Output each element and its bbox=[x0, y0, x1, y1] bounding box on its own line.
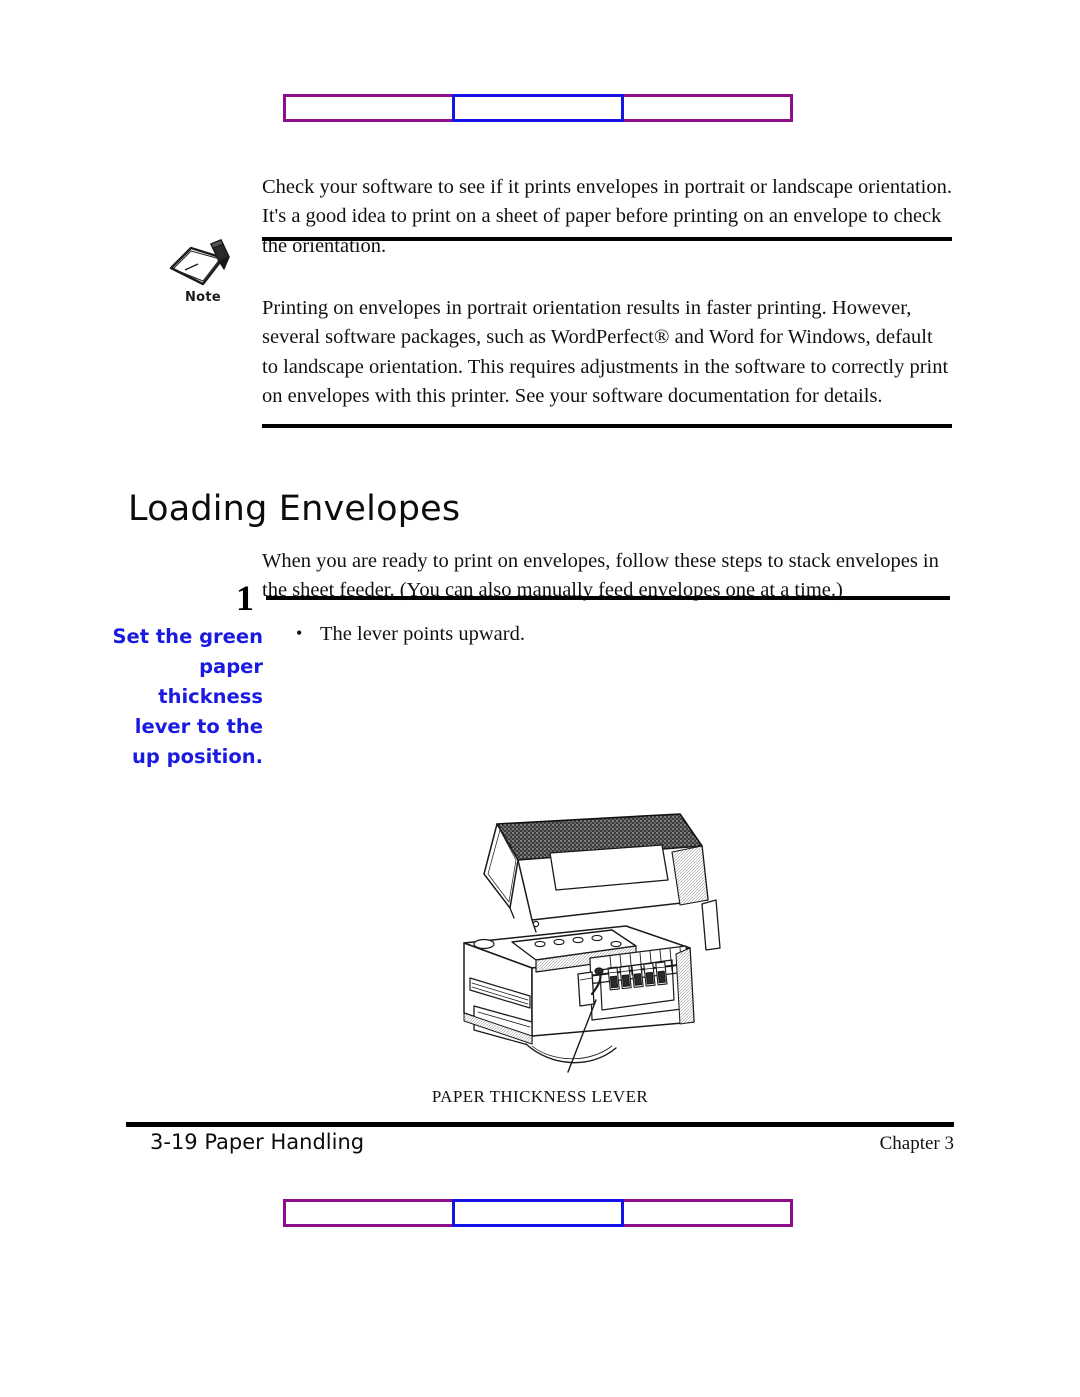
header-deco-segment-right bbox=[621, 94, 793, 122]
list-item: The lever points upward. bbox=[292, 619, 712, 648]
note-paragraph: Printing on envelopes in portrait orient… bbox=[262, 296, 949, 408]
footer-deco-segment-right bbox=[621, 1199, 793, 1227]
printer-illustration bbox=[440, 808, 740, 1080]
note-rule-bottom bbox=[262, 424, 952, 428]
step-rule bbox=[266, 596, 950, 600]
step-instruction: Set the green paper thickness lever to t… bbox=[112, 625, 263, 768]
header-deco-segment-left bbox=[283, 94, 455, 122]
header-decoration-bar bbox=[283, 94, 799, 122]
page-footer: 3-19 Paper Handling Chapter 3 bbox=[126, 1130, 954, 1164]
step-number: 1 bbox=[236, 578, 254, 618]
footer-deco-segment-center bbox=[452, 1199, 624, 1227]
note-icon-label: Note bbox=[184, 290, 222, 305]
footer-rule bbox=[126, 1122, 954, 1127]
footer-page-label: 3-19 Paper Handling bbox=[150, 1130, 365, 1154]
footer-deco-segment-left bbox=[283, 1199, 455, 1227]
document-page: Check your software to see if it prints … bbox=[0, 0, 1080, 1397]
intro-paragraph: Check your software to see if it prints … bbox=[262, 175, 952, 257]
note-rule-top bbox=[262, 237, 952, 241]
step-bullet-list: The lever points upward. bbox=[292, 619, 712, 648]
footer-chapter-label: Chapter 3 bbox=[879, 1133, 954, 1154]
header-deco-segment-center bbox=[452, 94, 624, 122]
footer-decoration-bar bbox=[283, 1199, 799, 1227]
note-pencil-icon: Note bbox=[165, 238, 241, 316]
figure-caption: PAPER THICKNESS LEVER bbox=[431, 1087, 649, 1106]
page-title: Loading Envelopes bbox=[128, 489, 461, 530]
